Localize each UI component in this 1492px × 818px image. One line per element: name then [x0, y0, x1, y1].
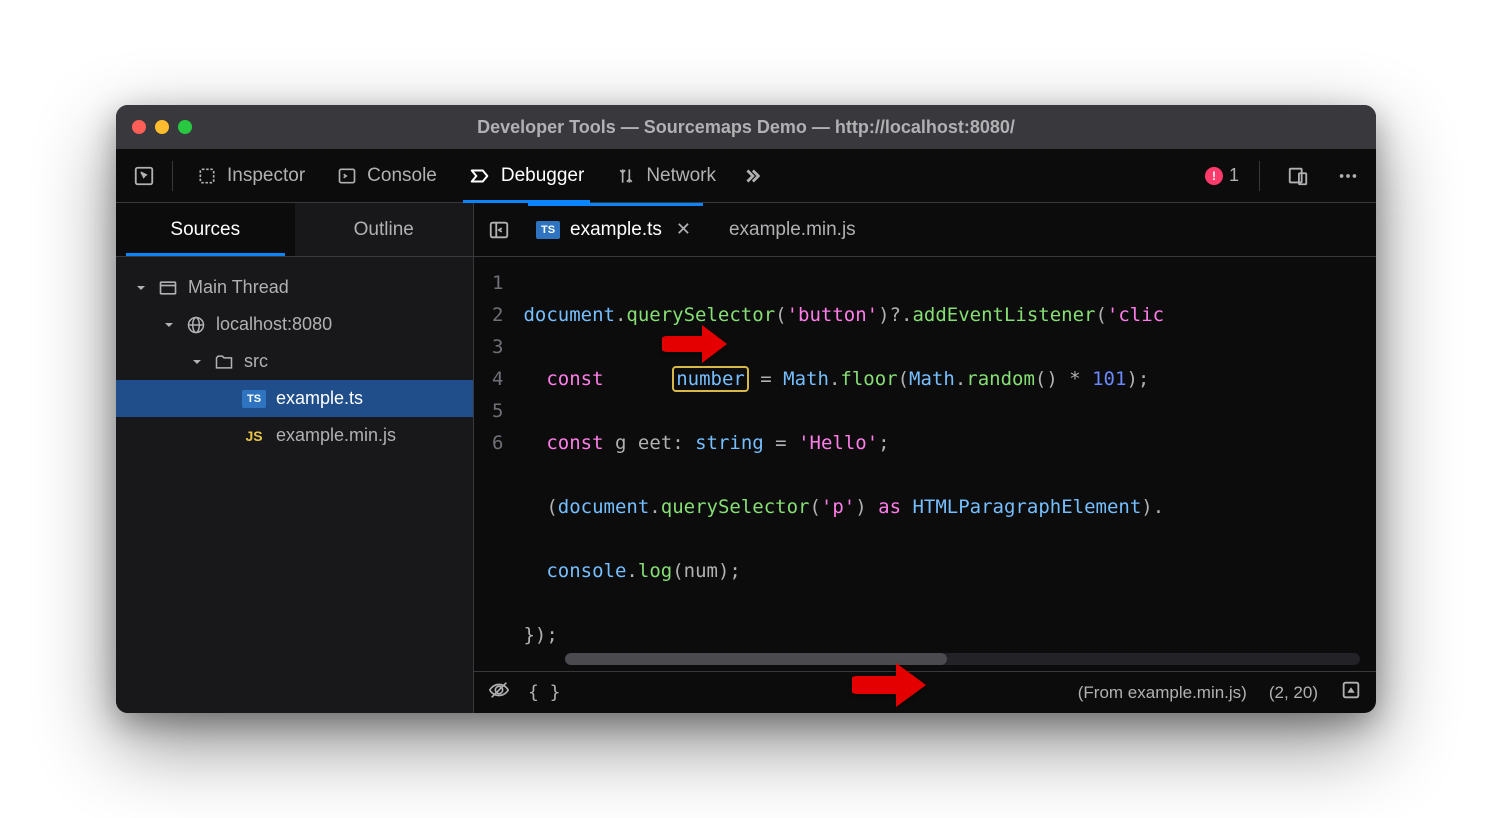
error-icon [1205, 167, 1223, 185]
tree-folder-src[interactable]: src [116, 343, 473, 380]
inspector-icon [197, 166, 217, 186]
tab-network[interactable]: Network [602, 149, 730, 203]
highlighted-type: number [672, 366, 749, 392]
editor-statusbar: { } (From example.min.js) (2, 20) [474, 671, 1376, 713]
code-content: document.querySelector('button')?.addEve… [515, 257, 1376, 671]
element-picker-button[interactable] [126, 158, 162, 194]
sidebar-tabs: Sources Outline [116, 203, 473, 257]
sources-tree: Main Thread localhost:8080 src TS exampl… [116, 257, 473, 466]
tree-file-example-min-js[interactable]: JS example.min.js [116, 417, 473, 454]
error-count-badge[interactable]: 1 [1205, 165, 1239, 186]
twisty-down-icon [190, 357, 204, 367]
minimize-window-button[interactable] [155, 120, 169, 134]
line-gutter: 1 2 3 4 5 6 [474, 257, 515, 671]
scrollbar-thumb[interactable] [565, 653, 946, 665]
source-map-origin: (From example.min.js) [1078, 683, 1247, 703]
cursor-position: (2, 20) [1269, 683, 1318, 703]
horizontal-scrollbar[interactable] [565, 653, 1360, 665]
window-controls [132, 120, 192, 134]
devtools-window: Developer Tools — Sourcemaps Demo — http… [116, 105, 1376, 713]
close-tab-button[interactable]: ✕ [672, 219, 695, 240]
editor-tabs: TS example.ts ✕ example.min.js [474, 203, 1376, 257]
editor-pane: TS example.ts ✕ example.min.js 1 2 3 4 5… [474, 203, 1376, 713]
window-title: Developer Tools — Sourcemaps Demo — http… [116, 117, 1376, 138]
responsive-design-button[interactable] [1280, 158, 1316, 194]
more-tabs-button[interactable] [734, 158, 770, 194]
network-icon [616, 166, 636, 186]
code-editor[interactable]: 1 2 3 4 5 6 document.querySelector('butt… [474, 257, 1376, 671]
source-map-toggle-button[interactable] [1340, 679, 1362, 706]
editor-tab-example-ts[interactable]: TS example.ts ✕ [522, 203, 709, 257]
sidebar-tab-sources[interactable]: Sources [116, 203, 295, 256]
close-window-button[interactable] [132, 120, 146, 134]
toggle-left-panel-button[interactable] [482, 213, 516, 247]
kebab-menu-button[interactable] [1330, 158, 1366, 194]
twisty-down-icon [134, 283, 148, 293]
maximize-window-button[interactable] [178, 120, 192, 134]
tree-main-thread[interactable]: Main Thread [116, 269, 473, 306]
ts-file-icon: TS [536, 221, 560, 239]
tab-console[interactable]: Console [323, 149, 451, 203]
tree-file-example-ts[interactable]: TS example.ts [116, 380, 473, 417]
titlebar: Developer Tools — Sourcemaps Demo — http… [116, 105, 1376, 149]
tab-debugger[interactable]: Debugger [455, 149, 598, 203]
js-file-icon: JS [242, 428, 266, 444]
globe-icon [186, 315, 206, 335]
separator [1259, 161, 1260, 191]
toolbar: Inspector Console Debugger Network 1 [116, 149, 1376, 203]
tab-inspector[interactable]: Inspector [183, 149, 319, 203]
sidebar-tab-outline[interactable]: Outline [295, 203, 474, 256]
twisty-down-icon [162, 320, 176, 330]
window-icon [158, 278, 178, 298]
panel-body: Sources Outline Main Thread localhost:80… [116, 203, 1376, 713]
pretty-print-button[interactable]: { } [528, 682, 561, 703]
editor-tab-example-min-js[interactable]: example.min.js [715, 203, 870, 257]
separator [172, 161, 173, 191]
folder-icon [214, 352, 234, 372]
blackbox-icon[interactable] [488, 679, 510, 706]
sources-sidebar: Sources Outline Main Thread localhost:80… [116, 203, 474, 713]
tree-host[interactable]: localhost:8080 [116, 306, 473, 343]
console-icon [337, 166, 357, 186]
debugger-icon [469, 165, 491, 187]
ts-file-icon: TS [242, 390, 266, 408]
